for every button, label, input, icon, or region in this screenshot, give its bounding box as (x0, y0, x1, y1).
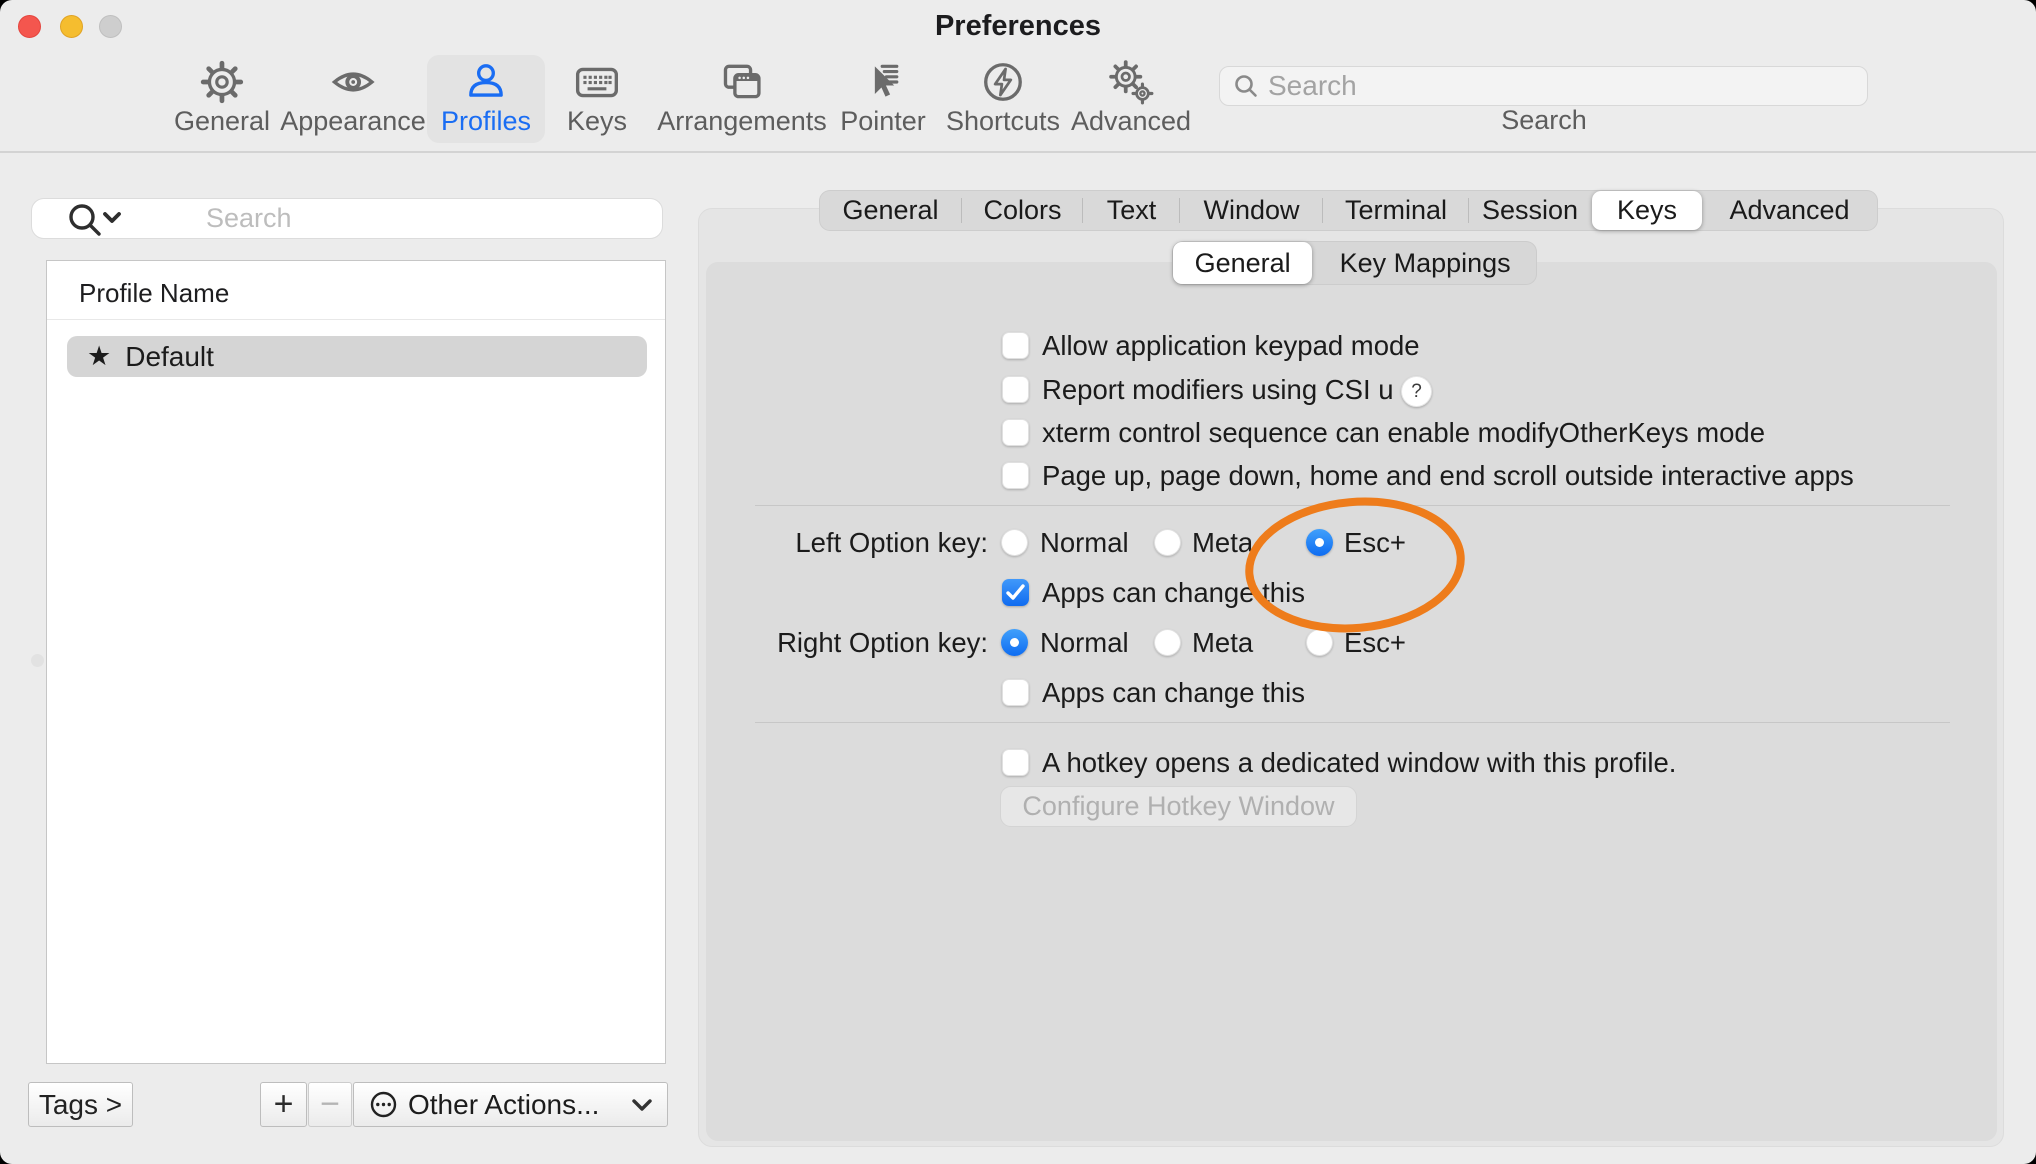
row-left-apps-can-change: Apps can change this (0, 571, 2036, 613)
checkbox-label: Apps can change this (1042, 677, 1305, 709)
tab-advanced[interactable]: Advanced (1703, 190, 1876, 231)
keyboard-icon (574, 59, 620, 105)
checkbox[interactable] (1002, 332, 1029, 359)
person-icon (463, 59, 509, 105)
right-option-label: Right Option key: (700, 627, 988, 659)
row-keypad-mode: Allow application keypad mode (0, 324, 2036, 366)
radio-label: Normal (1040, 627, 1129, 659)
checkbox[interactable] (1002, 376, 1029, 403)
remove-profile-button[interactable]: − (308, 1082, 352, 1127)
radio-normal[interactable] (1001, 529, 1028, 556)
toolbar-search-label: Search (1459, 105, 1629, 136)
radio-meta[interactable] (1154, 629, 1181, 656)
radio-label: Esc+ (1344, 527, 1406, 559)
add-profile-button[interactable]: + (260, 1082, 307, 1127)
search-placeholder: Search (1268, 70, 1357, 102)
radio-label: Esc+ (1344, 627, 1406, 659)
checkbox-label: Page up, page down, home and end scroll … (1042, 460, 1854, 492)
ellipsis-circle-icon (370, 1091, 397, 1118)
checkbox[interactable] (1002, 749, 1029, 776)
checkbox-label: Allow application keypad mode (1042, 330, 1420, 362)
toolbar-label: Pointer (840, 106, 926, 137)
tab-colors[interactable]: Colors (962, 190, 1083, 231)
radio-meta[interactable] (1154, 529, 1181, 556)
row-csi-u: Report modifiers using CSI u (0, 368, 2036, 410)
configure-hotkey-window-button: Configure Hotkey Window (1000, 786, 1357, 827)
chevron-down-icon (631, 1098, 653, 1112)
toolbar-label: Arrangements (657, 106, 827, 137)
tab-terminal[interactable]: Terminal (1323, 190, 1469, 231)
checkbox[interactable] (1002, 679, 1029, 706)
checkbox[interactable] (1002, 579, 1029, 606)
toolbar-item-pointer[interactable]: Pointer (826, 55, 940, 143)
radio-esc[interactable] (1306, 629, 1333, 656)
tab-general[interactable]: General (819, 190, 962, 231)
checkbox-label: A hotkey opens a dedicated window with t… (1042, 747, 1676, 779)
row-right-apps-can-change: Apps can change this (0, 671, 2036, 713)
left-option-label: Left Option key: (700, 527, 988, 559)
bolt-icon (980, 59, 1026, 105)
row-left-option-key: Left Option key: Normal Meta Esc+ (0, 521, 2036, 563)
preferences-window: Preferences General Appearance Profile (0, 0, 2036, 1164)
profile-tab-bar: General Colors Text Window Terminal Sess… (819, 190, 1878, 231)
toolbar-item-advanced[interactable]: Advanced (1057, 55, 1205, 143)
toolbar-item-profiles[interactable]: Profiles (427, 55, 545, 143)
toolbar-item-arrangements[interactable]: Arrangements (643, 55, 841, 143)
toolbar-search-input[interactable]: Search (1219, 66, 1868, 106)
tags-button[interactable]: Tags > (28, 1082, 133, 1127)
keys-subtab-bar: General Key Mappings (1172, 241, 1537, 285)
eye-icon (330, 59, 376, 105)
toolbar-label: General (174, 106, 270, 137)
tab-session[interactable]: Session (1469, 190, 1591, 231)
gears-icon (1108, 59, 1154, 105)
tab-text[interactable]: Text (1083, 190, 1180, 231)
section-divider (755, 505, 1950, 506)
row-right-option-key: Right Option key: Normal Meta Esc+ (0, 621, 2036, 663)
window-title: Preferences (0, 10, 2036, 43)
tab-keys[interactable]: Keys (1592, 191, 1702, 230)
subtab-general[interactable]: General (1173, 242, 1312, 284)
radio-esc[interactable] (1306, 529, 1333, 556)
other-actions-label: Other Actions... (408, 1089, 599, 1121)
checkbox-label: xterm control sequence can enable modify… (1042, 417, 1765, 449)
toolbar-label: Shortcuts (946, 106, 1060, 137)
checkbox-label: Apps can change this (1042, 577, 1305, 609)
toolbar-item-appearance[interactable]: Appearance (266, 55, 440, 143)
checkbox[interactable] (1002, 462, 1029, 489)
toolbar-item-shortcuts[interactable]: Shortcuts (932, 55, 1074, 143)
radio-label: Normal (1040, 527, 1129, 559)
section-divider (755, 722, 1950, 723)
cursor-icon (860, 59, 906, 105)
list-header-divider (47, 319, 665, 320)
search-scope-icon (58, 202, 136, 238)
subtab-key-mappings[interactable]: Key Mappings (1313, 241, 1537, 285)
radio-label: Meta (1192, 627, 1253, 659)
search-placeholder: Search (206, 203, 292, 234)
toolbar-label: Appearance (280, 106, 426, 137)
row-hotkey-window: A hotkey opens a dedicated window with t… (0, 741, 2036, 783)
toolbar-label: Profiles (441, 106, 531, 137)
search-icon (1233, 73, 1259, 99)
gear-icon (199, 59, 245, 105)
help-button[interactable]: ? (1401, 376, 1432, 407)
checkbox-label: Report modifiers using CSI u (1042, 374, 1394, 406)
windows-icon (719, 59, 765, 105)
toolbar-label: Advanced (1071, 106, 1191, 137)
toolbar-label: Keys (567, 106, 627, 137)
profile-search-input[interactable]: Search (31, 198, 663, 239)
tab-window[interactable]: Window (1180, 190, 1323, 231)
toolbar-divider (0, 151, 2036, 153)
row-modify-other-keys: xterm control sequence can enable modify… (0, 411, 2036, 453)
checkbox[interactable] (1002, 419, 1029, 446)
row-page-scroll: Page up, page down, home and end scroll … (0, 454, 2036, 496)
profile-list-header: Profile Name (79, 278, 229, 309)
radio-normal[interactable] (1001, 629, 1028, 656)
toolbar-item-keys[interactable]: Keys (553, 55, 641, 143)
radio-label: Meta (1192, 527, 1253, 559)
other-actions-dropdown[interactable]: Other Actions... (353, 1082, 668, 1127)
